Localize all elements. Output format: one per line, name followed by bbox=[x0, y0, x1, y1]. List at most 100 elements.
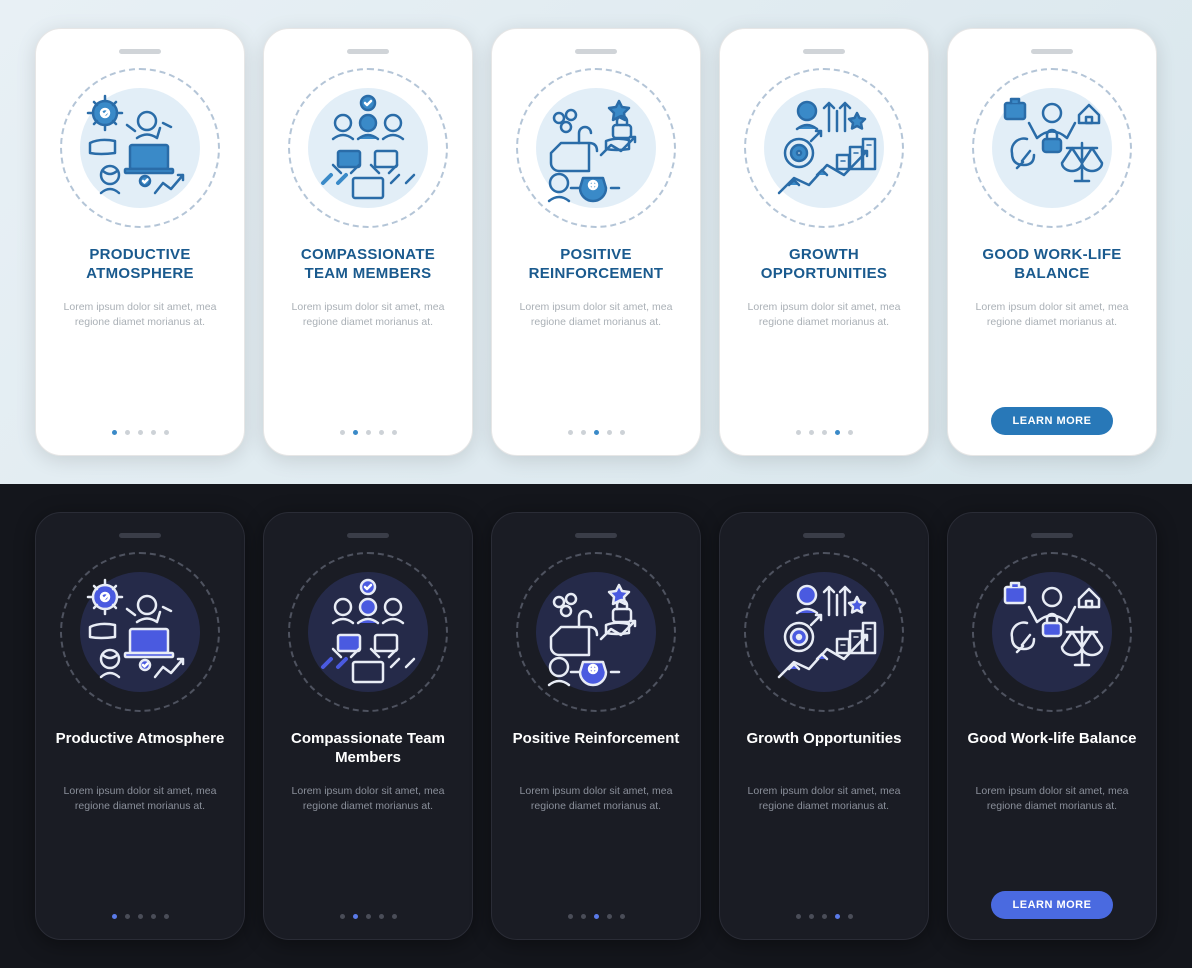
page-indicator bbox=[112, 914, 169, 919]
screen-title: PRODUCTIVE ATMOSPHERE bbox=[52, 246, 228, 284]
page-dot[interactable] bbox=[796, 430, 801, 435]
page-dot[interactable] bbox=[796, 914, 801, 919]
page-dot[interactable] bbox=[340, 430, 345, 435]
page-dot[interactable] bbox=[848, 914, 853, 919]
page-dot[interactable] bbox=[581, 914, 586, 919]
screen-title: Compassionate Team Members bbox=[280, 730, 456, 768]
onboarding-screen-2: Positive Reinforcement Lorem ipsum dolor … bbox=[491, 512, 701, 940]
page-dot[interactable] bbox=[112, 914, 117, 919]
phone-speaker bbox=[347, 49, 389, 54]
growth-icon bbox=[744, 552, 904, 712]
screen-description: Lorem ipsum dolor sit amet, mea regione … bbox=[280, 300, 456, 344]
onboarding-screen-4: GOOD WORK-LIFE BALANCE Lorem ipsum dolor … bbox=[947, 28, 1157, 456]
learn-more-button[interactable]: LEARN MORE bbox=[991, 891, 1114, 919]
page-dot[interactable] bbox=[340, 914, 345, 919]
phone-speaker bbox=[803, 533, 845, 538]
page-indicator bbox=[340, 430, 397, 435]
phone-speaker bbox=[575, 49, 617, 54]
page-indicator bbox=[796, 430, 853, 435]
screen-description: Lorem ipsum dolor sit amet, mea regione … bbox=[736, 784, 912, 828]
screen-title: Positive Reinforcement bbox=[513, 730, 680, 768]
screen-title: COMPASSIONATE TEAM MEMBERS bbox=[280, 246, 456, 284]
phone-speaker bbox=[575, 533, 617, 538]
page-dot[interactable] bbox=[151, 914, 156, 919]
productive-icon bbox=[60, 552, 220, 712]
balance-icon bbox=[972, 552, 1132, 712]
page-dot[interactable] bbox=[594, 430, 599, 435]
page-dot[interactable] bbox=[164, 914, 169, 919]
page-dot[interactable] bbox=[379, 430, 384, 435]
page-dot[interactable] bbox=[822, 914, 827, 919]
screen-description: Lorem ipsum dolor sit amet, mea regione … bbox=[964, 300, 1140, 344]
team-icon bbox=[288, 552, 448, 712]
page-dot[interactable] bbox=[112, 430, 117, 435]
page-dot[interactable] bbox=[594, 914, 599, 919]
screen-description: Lorem ipsum dolor sit amet, mea regione … bbox=[736, 300, 912, 344]
page-indicator bbox=[568, 430, 625, 435]
productive-icon bbox=[60, 68, 220, 228]
page-dot[interactable] bbox=[607, 430, 612, 435]
page-dot[interactable] bbox=[568, 914, 573, 919]
screen-description: Lorem ipsum dolor sit amet, mea regione … bbox=[508, 784, 684, 828]
page-indicator bbox=[568, 914, 625, 919]
screen-title: GROWTH OPPORTUNITIES bbox=[736, 246, 912, 284]
page-dot[interactable] bbox=[620, 914, 625, 919]
page-dot[interactable] bbox=[379, 914, 384, 919]
page-dot[interactable] bbox=[164, 430, 169, 435]
screen-title: Growth Opportunities bbox=[747, 730, 902, 768]
page-dot[interactable] bbox=[568, 430, 573, 435]
page-dot[interactable] bbox=[607, 914, 612, 919]
page-dot[interactable] bbox=[353, 914, 358, 919]
page-dot[interactable] bbox=[835, 914, 840, 919]
growth-icon bbox=[744, 68, 904, 228]
page-dot[interactable] bbox=[125, 914, 130, 919]
page-dot[interactable] bbox=[809, 914, 814, 919]
page-dot[interactable] bbox=[822, 430, 827, 435]
phone-speaker bbox=[1031, 49, 1073, 54]
onboarding-row-dark: Productive Atmosphere Lorem ipsum dolor s… bbox=[0, 484, 1192, 968]
page-dot[interactable] bbox=[809, 430, 814, 435]
page-dot[interactable] bbox=[353, 430, 358, 435]
page-dot[interactable] bbox=[392, 914, 397, 919]
screen-description: Lorem ipsum dolor sit amet, mea regione … bbox=[52, 300, 228, 344]
page-dot[interactable] bbox=[151, 430, 156, 435]
positive-icon bbox=[516, 68, 676, 228]
phone-speaker bbox=[119, 533, 161, 538]
learn-more-button[interactable]: LEARN MORE bbox=[991, 407, 1114, 435]
page-dot[interactable] bbox=[835, 430, 840, 435]
onboarding-row-light: PRODUCTIVE ATMOSPHERE Lorem ipsum dolor s… bbox=[0, 0, 1192, 484]
screen-description: Lorem ipsum dolor sit amet, mea regione … bbox=[280, 784, 456, 828]
onboarding-screen-1: COMPASSIONATE TEAM MEMBERS Lorem ipsum do… bbox=[263, 28, 473, 456]
screen-description: Lorem ipsum dolor sit amet, mea regione … bbox=[964, 784, 1140, 828]
team-icon bbox=[288, 68, 448, 228]
page-indicator bbox=[796, 914, 853, 919]
page-indicator bbox=[340, 914, 397, 919]
page-dot[interactable] bbox=[620, 430, 625, 435]
phone-speaker bbox=[347, 533, 389, 538]
onboarding-screen-3: Growth Opportunities Lorem ipsum dolor si… bbox=[719, 512, 929, 940]
phone-speaker bbox=[803, 49, 845, 54]
page-dot[interactable] bbox=[848, 430, 853, 435]
screen-title: POSITIVE REINFORCEMENT bbox=[508, 246, 684, 284]
page-dot[interactable] bbox=[138, 914, 143, 919]
page-indicator bbox=[112, 430, 169, 435]
screen-description: Lorem ipsum dolor sit amet, mea regione … bbox=[508, 300, 684, 344]
page-dot[interactable] bbox=[366, 430, 371, 435]
onboarding-screen-3: GROWTH OPPORTUNITIES Lorem ipsum dolor si… bbox=[719, 28, 929, 456]
balance-icon bbox=[972, 68, 1132, 228]
screen-title: Productive Atmosphere bbox=[56, 730, 225, 768]
page-dot[interactable] bbox=[392, 430, 397, 435]
screen-description: Lorem ipsum dolor sit amet, mea regione … bbox=[52, 784, 228, 828]
onboarding-screen-1: Compassionate Team Members Lorem ipsum do… bbox=[263, 512, 473, 940]
page-dot[interactable] bbox=[366, 914, 371, 919]
onboarding-screen-0: Productive Atmosphere Lorem ipsum dolor s… bbox=[35, 512, 245, 940]
page-dot[interactable] bbox=[138, 430, 143, 435]
onboarding-screen-4: Good Work-life Balance Lorem ipsum dolor … bbox=[947, 512, 1157, 940]
screen-title: Good Work-life Balance bbox=[968, 730, 1137, 768]
page-dot[interactable] bbox=[581, 430, 586, 435]
phone-speaker bbox=[119, 49, 161, 54]
positive-icon bbox=[516, 552, 676, 712]
screen-title: GOOD WORK-LIFE BALANCE bbox=[964, 246, 1140, 284]
page-dot[interactable] bbox=[125, 430, 130, 435]
phone-speaker bbox=[1031, 533, 1073, 538]
